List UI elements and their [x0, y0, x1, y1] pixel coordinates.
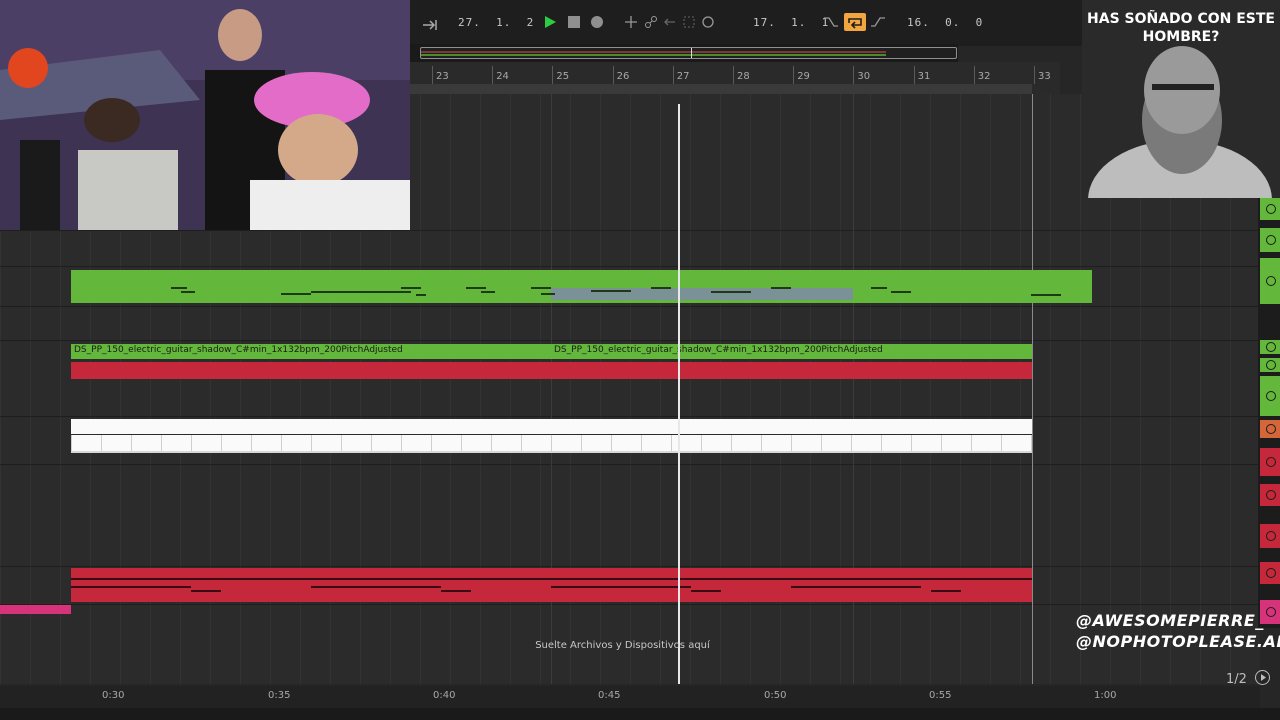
midi-clip-white[interactable] [71, 435, 1032, 453]
track-color-marker[interactable] [1260, 228, 1280, 252]
automation-arm-icon[interactable] [643, 14, 659, 30]
ruler-bar-27: 27 [676, 71, 690, 82]
social-handle-2: @NOPHOTOPLEASE.ALS [1076, 632, 1280, 651]
ruler-bar-23: 23 [436, 71, 449, 82]
drop-files-hint: Suelte Archivos y Dispositivos aquí [535, 640, 710, 651]
track-color-marker[interactable] [1260, 484, 1280, 506]
arrangement-position[interactable]: 27. 1. 2 [458, 16, 534, 29]
audio-clip-guitar-1[interactable]: DS_PP_150_electric_guitar_shadow_C#min_1… [71, 344, 551, 359]
arrangement-overview[interactable] [410, 44, 958, 62]
stop-button[interactable] [566, 14, 582, 30]
ruler-tick [853, 66, 855, 84]
clip-pink[interactable] [0, 605, 71, 614]
ruler-bar-29: 29 [797, 71, 810, 82]
punch-out-icon[interactable] [870, 14, 886, 30]
ruler-bar-26: 26 [616, 71, 630, 82]
midi-clip-white-header[interactable] [71, 419, 1032, 434]
ruler-bar-32: 32 [977, 71, 991, 82]
track-activator-icon[interactable] [1266, 568, 1276, 578]
promo-title: HAS SOÑADO CON ESTE HOMBRE? [1087, 11, 1275, 45]
back-to-arrangement-icon[interactable] [662, 14, 678, 30]
track-color-marker[interactable] [1260, 358, 1280, 372]
ruler-tick [733, 66, 734, 84]
time-label: 0:30 [102, 690, 125, 701]
ruler-bar-28: 28 [737, 71, 750, 82]
track-color-marker[interactable] [1260, 524, 1280, 548]
track-activator-icon[interactable] [1266, 531, 1276, 541]
social-handles: @AWESOMEPIERRE_ @NOPHOTOPLEASE.ALS [1076, 610, 1280, 652]
webcam-feed [0, 0, 410, 230]
follow-icon[interactable] [422, 16, 438, 32]
track-color-marker[interactable] [1260, 340, 1280, 354]
track-color-marker[interactable] [1260, 198, 1280, 220]
track-color-marker[interactable] [1260, 448, 1280, 476]
page-indicator: 1/2 [1226, 670, 1271, 687]
track-color-marker[interactable] [1260, 420, 1280, 438]
track-activator-icon[interactable] [1266, 204, 1276, 214]
ruler-bar-33: 33 [1038, 71, 1051, 82]
ruler-tick [612, 66, 614, 84]
ruler-tick [913, 66, 915, 84]
play-circle-icon[interactable] [1255, 670, 1271, 685]
track-activator-icon[interactable] [1266, 457, 1276, 467]
time-ruler[interactable]: 0:30 0:35 0:40 0:45 0:50 0:55 1:00 [0, 686, 1260, 708]
ruler-tick [492, 66, 494, 84]
ruler-bar-24: 24 [496, 71, 509, 82]
clip-name: DS_PP_150_electric_guitar_shadow_C#min_1… [74, 345, 403, 355]
song-end-marker [1032, 94, 1033, 684]
track-header-strip [1258, 198, 1280, 628]
ruler-bar-25: 25 [556, 71, 570, 82]
audio-clip-red[interactable] [71, 362, 1032, 379]
add-icon[interactable] [623, 14, 639, 30]
time-label: 0:55 [929, 690, 952, 701]
midi-clip-green[interactable] [71, 270, 1092, 303]
playhead [678, 104, 680, 684]
ruler-tick [672, 66, 674, 84]
time-label: 1:00 [1094, 690, 1117, 701]
loop-brace[interactable] [410, 84, 1032, 94]
status-bar [0, 708, 1280, 720]
loop-length[interactable]: 16. 0. 0 [907, 16, 983, 29]
ruler-bar-30: 30 [857, 71, 871, 82]
ruler-bar-31: 31 [917, 71, 931, 82]
loop-switch-button[interactable] [844, 13, 866, 31]
ruler-tick [552, 66, 554, 84]
ruler-tick [973, 66, 975, 84]
time-label: 0:35 [268, 690, 291, 701]
promo-photo: HAS SOÑADO CON ESTE HOMBRE? [1082, 0, 1280, 198]
page-indicator-text: 1/2 [1226, 672, 1247, 687]
loop-start[interactable]: 17. 1. 1 [753, 16, 829, 29]
capture-icon[interactable] [681, 14, 697, 30]
ruler-tick [793, 66, 795, 84]
play-button[interactable] [542, 14, 558, 30]
track-activator-icon[interactable] [1266, 360, 1276, 370]
track-activator-icon[interactable] [1266, 342, 1276, 352]
social-handle-1: @AWESOMEPIERRE_ [1076, 611, 1264, 630]
track-color-marker[interactable] [1260, 258, 1280, 304]
ruler-tick [432, 66, 433, 84]
midi-clip-red[interactable] [71, 568, 1032, 602]
track-color-marker[interactable] [1260, 376, 1280, 416]
clip-name: DS_PP_150_electric_guitar_shadow_C#min_1… [554, 345, 883, 355]
time-label: 0:40 [433, 690, 456, 701]
track-activator-icon[interactable] [1266, 391, 1276, 401]
track-color-marker[interactable] [1260, 562, 1280, 584]
time-label: 0:45 [598, 690, 621, 701]
track-activator-icon[interactable] [1266, 276, 1276, 286]
loop-circle-icon[interactable] [700, 14, 716, 30]
ruler-tick [1034, 66, 1035, 84]
record-button[interactable] [589, 14, 605, 30]
punch-in-icon[interactable] [823, 14, 839, 30]
track-activator-icon[interactable] [1266, 235, 1276, 245]
track-activator-icon[interactable] [1266, 490, 1276, 500]
overview-viewport[interactable] [420, 47, 957, 59]
time-label: 0:50 [764, 690, 787, 701]
track-activator-icon[interactable] [1266, 424, 1276, 434]
audio-clip-guitar-2[interactable]: DS_PP_150_electric_guitar_shadow_C#min_1… [551, 344, 1032, 359]
